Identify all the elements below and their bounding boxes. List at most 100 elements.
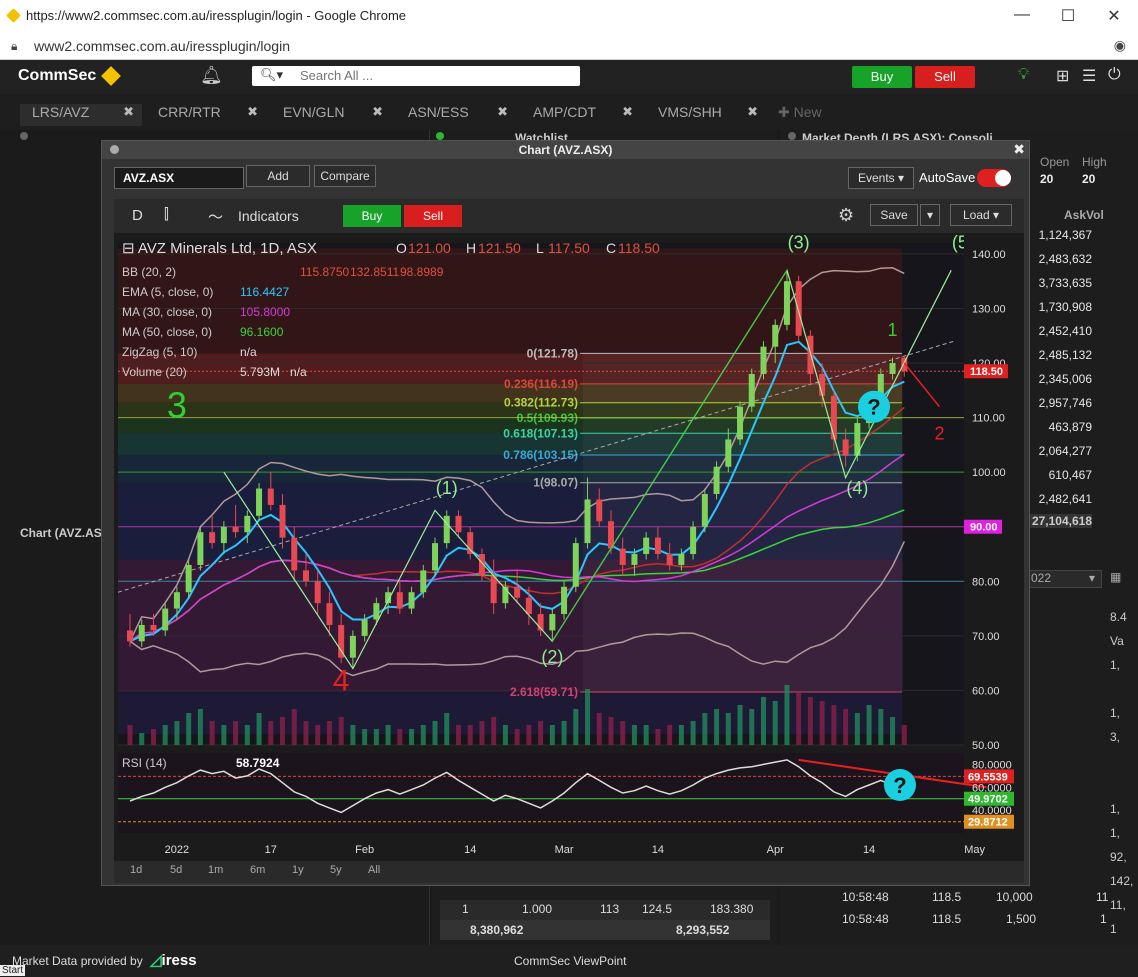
maximize-icon[interactable]: ☐ — [1053, 6, 1083, 26]
close-tab-icon[interactable]: ✖ — [247, 104, 258, 120]
tab-evn-gln[interactable]: EVN/GLN ✖ — [271, 104, 389, 126]
toggle-knob — [995, 170, 1011, 186]
tab-amp-cdt[interactable]: AMP/CDT ✖ — [521, 104, 639, 126]
volume-bar — [420, 725, 426, 745]
candle-body — [138, 624, 145, 642]
range-1m[interactable]: 1m — [208, 864, 223, 876]
close-window-icon[interactable]: ✕ — [1099, 6, 1129, 26]
tab-vms-shh[interactable]: VMS/SHH ✖ — [646, 104, 764, 126]
candle-body — [643, 537, 650, 555]
volume-bar — [538, 721, 544, 745]
url-text[interactable]: www2.commsec.com.au/iressplugin/login — [34, 38, 290, 54]
chart-window-title[interactable]: Chart (AVZ.ASX) — [102, 141, 1029, 159]
date-select[interactable]: 022 ▾ — [1026, 570, 1102, 588]
eye-icon[interactable]: ◉ — [1114, 37, 1126, 54]
open-label: Open — [1040, 155, 1070, 169]
range-1d[interactable]: 1d — [130, 864, 142, 876]
address-bar[interactable]: 🔒︎ www2.commsec.com.au/iressplugin/login… — [0, 32, 1138, 60]
legend-name: Volume (20) — [122, 365, 187, 379]
load-dropdown[interactable]: Load ▾ — [950, 204, 1012, 226]
bell-icon[interactable]: 🔔︎ — [200, 65, 223, 86]
buy-button[interactable]: Buy — [852, 66, 912, 88]
close-tab-icon[interactable]: ✖ — [622, 104, 633, 120]
new-tab-button[interactable]: ✚ New — [778, 104, 838, 126]
add-icon[interactable]: ⊞ — [1056, 66, 1069, 86]
volume-bar — [749, 709, 755, 745]
start-label[interactable]: Start — [0, 965, 26, 976]
period-selector[interactable]: D — [132, 207, 143, 224]
indicators-button[interactable]: Indicators — [238, 208, 299, 224]
close-chart-icon[interactable]: ✖ — [1013, 141, 1025, 158]
legend-name: MA (50, close, 0) — [122, 325, 212, 339]
volume-bar — [209, 721, 215, 745]
volume-bar — [432, 721, 438, 745]
volume-bar — [244, 725, 250, 745]
range-all[interactable]: All — [368, 864, 380, 876]
add-button[interactable]: Add — [246, 165, 310, 187]
calendar-icon[interactable]: ▦ — [1110, 570, 1121, 584]
volume-bar — [760, 697, 766, 745]
events-dropdown[interactable]: Events ▾ — [848, 167, 914, 189]
chart-area[interactable]: 0(121.78) 0.236(116.19) 0.382(112.73) 0.5(1… — [114, 232, 1086, 861]
volume-bar — [385, 725, 391, 745]
save-dropdown-icon[interactable]: ▾ — [920, 204, 940, 226]
askvol-cell: 2,483,632 — [1038, 252, 1092, 266]
partial-cell: 142, — [1110, 874, 1134, 888]
lower-row: 1 1.000 113 124.5 183.380 — [440, 900, 770, 920]
search-icon[interactable]: 🔍︎▾ — [260, 67, 283, 83]
minimize-icon[interactable]: — — [1007, 6, 1037, 24]
chart-window[interactable]: Chart (AVZ.ASX) ✖ AVZ.ASX Add Compare Ev… — [101, 140, 1086, 886]
lightbulb-icon[interactable]: 💡︎ — [1018, 66, 1029, 84]
sell-button[interactable]: Sell — [915, 66, 975, 88]
partial-cell: 1, — [1110, 802, 1121, 816]
volume-bar — [127, 725, 133, 745]
wave-label: 4 — [333, 664, 350, 697]
tab-asn-ess[interactable]: ASN/ESS ✖ — [396, 104, 514, 126]
candle-body — [455, 515, 462, 533]
range-5d[interactable]: 5d — [170, 864, 182, 876]
candle-body — [748, 373, 755, 407]
range-5y[interactable]: 5y — [330, 864, 342, 876]
left-panel-title: Chart (AVZ.AS — [20, 526, 102, 540]
volume-bar — [807, 697, 813, 745]
candle-body — [467, 532, 474, 555]
autosave-toggle[interactable] — [977, 169, 1011, 187]
date-select-value: 022 — [1031, 571, 1052, 585]
y-tick-label: 60.00 — [972, 685, 1000, 697]
close-tab-icon[interactable]: ✖ — [372, 104, 383, 120]
candle-body — [701, 494, 708, 527]
askvol-cell: 2,345,006 — [1038, 372, 1092, 386]
candlestick-icon[interactable]: ⫿ — [164, 206, 169, 223]
price-chart-svg[interactable]: 0(121.78)0.236(116.19)0.382(112.73)0.5(1… — [114, 232, 1086, 861]
chart-buy-button[interactable]: Buy — [343, 205, 401, 227]
candle-body — [584, 499, 591, 544]
close-tab-icon[interactable]: ✖ — [497, 104, 508, 120]
search-box[interactable]: 🔍︎▾ — [252, 66, 580, 86]
menu-icon[interactable]: ☰ — [1082, 66, 1096, 86]
close-tab-icon[interactable]: ✖ — [123, 104, 134, 120]
tab-lrs-avz[interactable]: LRS/AVZ ✖ — [20, 104, 142, 126]
volume-bar — [796, 693, 802, 745]
candle-body — [373, 603, 380, 620]
search-input[interactable] — [300, 68, 570, 83]
gear-icon[interactable]: ⚙ — [838, 205, 854, 226]
chart-sell-button[interactable]: Sell — [404, 205, 462, 227]
range-1y[interactable]: 1y — [292, 864, 304, 876]
symbol-input[interactable]: AVZ.ASX — [114, 167, 244, 189]
power-icon[interactable]: ⏻ — [1108, 66, 1121, 84]
ohlc-key: L — [536, 240, 544, 256]
legend-value: 115.8750 — [300, 265, 349, 279]
save-button[interactable]: Save — [870, 204, 918, 226]
volume-bar — [890, 717, 896, 745]
range-6m[interactable]: 6m — [250, 864, 265, 876]
volume-bar — [362, 729, 368, 745]
volume-bar — [174, 721, 180, 745]
volume-bar — [725, 713, 731, 745]
compare-button[interactable]: Compare — [314, 165, 376, 187]
indicators-icon[interactable]: 〜 — [208, 206, 223, 227]
candle-body — [162, 608, 169, 631]
volume-bar — [878, 709, 884, 745]
legend-value: 96.1600 — [240, 325, 284, 339]
tab-crr-rtr[interactable]: CRR/RTR ✖ — [146, 104, 264, 126]
close-tab-icon[interactable]: ✖ — [747, 104, 758, 120]
